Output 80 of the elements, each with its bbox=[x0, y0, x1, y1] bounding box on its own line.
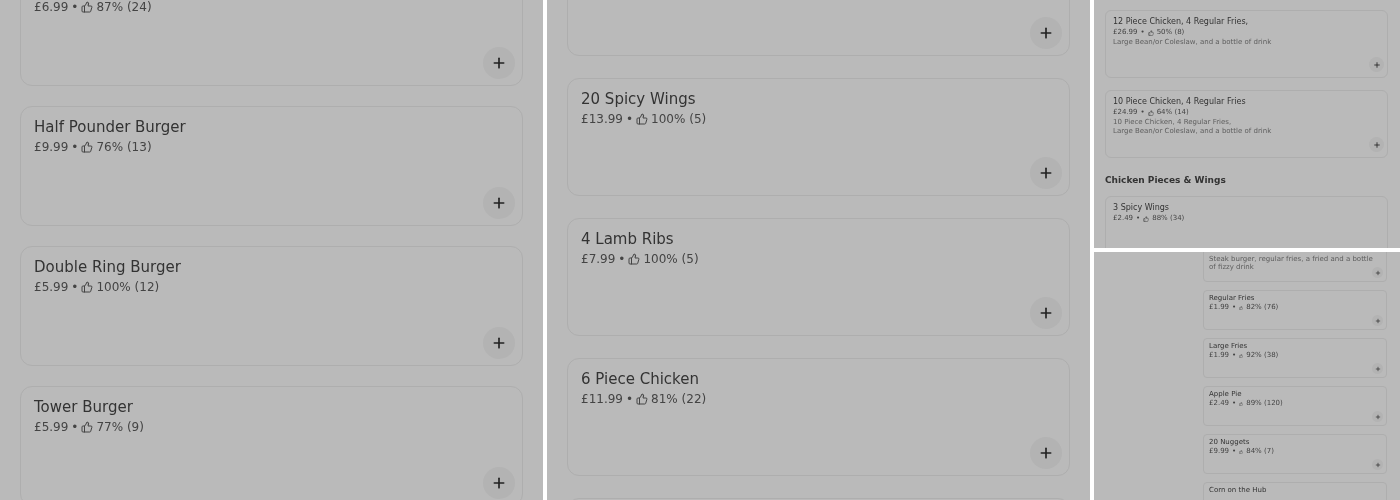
item-price: £5.99 bbox=[34, 279, 69, 296]
menu-item-card[interactable]: 4 Lamb Ribs £7.99 • 100% (5) bbox=[567, 218, 1070, 336]
thumbs-up-icon bbox=[1147, 29, 1154, 36]
add-button[interactable] bbox=[1030, 17, 1062, 49]
plus-icon bbox=[1374, 317, 1381, 324]
plus-icon bbox=[491, 55, 507, 71]
item-rating: 100% (5) bbox=[643, 251, 699, 268]
add-button[interactable] bbox=[483, 467, 515, 499]
plus-icon bbox=[1038, 445, 1054, 461]
plus-icon bbox=[491, 475, 507, 491]
separator-dot: • bbox=[71, 279, 79, 296]
item-rating: 100% (5) bbox=[651, 111, 707, 128]
thumbs-up-icon bbox=[628, 253, 641, 265]
thumbs-up-icon bbox=[81, 1, 94, 13]
add-button[interactable] bbox=[1372, 363, 1383, 374]
item-name: Double Ring Burger bbox=[34, 257, 182, 277]
menu-item-card[interactable]: Half Pounder Burger £9.99 • 76% (13) bbox=[20, 106, 523, 226]
item-name: 20 Spicy Wings bbox=[581, 89, 697, 109]
add-button[interactable] bbox=[1030, 297, 1062, 329]
item-name: 6 Piece Chicken bbox=[581, 369, 700, 389]
section-heading: Chicken Pieces & Wings bbox=[1105, 174, 1227, 186]
item-rating: 76% (13) bbox=[96, 139, 152, 156]
thumbs-up-icon bbox=[81, 141, 94, 153]
add-button[interactable] bbox=[1372, 267, 1383, 278]
add-button[interactable] bbox=[1372, 315, 1383, 326]
item-price: £11.99 bbox=[581, 391, 623, 408]
menu-item-card[interactable]: Tower Burger £5.99 • 77% (9) bbox=[20, 386, 523, 500]
separator-dot: • bbox=[71, 0, 79, 16]
plus-icon bbox=[1374, 269, 1381, 276]
plus-icon bbox=[1374, 461, 1381, 468]
item-price: £9.99 bbox=[34, 139, 69, 156]
add-button[interactable] bbox=[1030, 157, 1062, 189]
thumbs-up-icon bbox=[636, 113, 649, 125]
plus-icon bbox=[1374, 413, 1381, 420]
add-button[interactable] bbox=[1030, 437, 1062, 469]
item-name: 4 Lamb Ribs bbox=[581, 229, 675, 249]
thumbs-up-icon bbox=[1239, 305, 1244, 310]
menu-item-card[interactable]: 6 Piece Chicken £11.99 • 81% (22) bbox=[567, 358, 1070, 476]
thumbs-up-icon bbox=[1143, 215, 1150, 222]
thumbs-up-icon bbox=[81, 281, 94, 293]
separator-dot: • bbox=[71, 419, 79, 436]
add-button[interactable] bbox=[483, 187, 515, 219]
item-price: £5.99 bbox=[34, 419, 69, 436]
item-name: 12 Piece Chicken, 4 Regular Fries, bbox=[1113, 16, 1250, 27]
plus-icon bbox=[491, 195, 507, 211]
add-button[interactable] bbox=[1372, 411, 1383, 422]
plus-icon bbox=[1038, 165, 1054, 181]
plus-icon bbox=[491, 335, 507, 351]
separator-dot: • bbox=[71, 139, 79, 156]
menu-item-card[interactable]: 20 Spicy Wings £13.99 • 100% (5) bbox=[567, 78, 1070, 196]
item-name: 3 Spicy Wings bbox=[1113, 202, 1170, 213]
add-button[interactable] bbox=[483, 327, 515, 359]
plus-icon bbox=[1038, 305, 1054, 321]
thumbs-up-icon bbox=[1239, 449, 1244, 454]
plus-icon bbox=[1372, 60, 1381, 69]
thumbs-up-icon bbox=[1239, 353, 1244, 358]
separator-dot: • bbox=[618, 251, 626, 268]
add-button[interactable] bbox=[1372, 459, 1383, 470]
thumbs-up-icon bbox=[1239, 401, 1244, 406]
thumbs-up-icon bbox=[1147, 109, 1154, 116]
plus-icon bbox=[1038, 25, 1054, 41]
item-price: £6.99 bbox=[34, 0, 69, 16]
item-rating: 87% (24) bbox=[96, 0, 152, 16]
plus-icon bbox=[1372, 140, 1381, 149]
item-name: Half Pounder Burger bbox=[34, 117, 187, 137]
item-price: £13.99 bbox=[581, 111, 623, 128]
thumbs-up-icon bbox=[636, 393, 649, 405]
item-rating: 100% (12) bbox=[96, 279, 160, 296]
separator-dot: • bbox=[626, 391, 634, 408]
item-price: £7.99 bbox=[581, 251, 616, 268]
item-name: 10 Piece Chicken, 4 Regular Fries bbox=[1113, 96, 1247, 107]
item-rating: 81% (22) bbox=[651, 391, 707, 408]
item-rating: 77% (9) bbox=[96, 419, 144, 436]
plus-icon bbox=[1374, 365, 1381, 372]
menu-item-card[interactable]: Double Ring Burger £5.99 • 100% (12) bbox=[20, 246, 523, 366]
add-button[interactable] bbox=[483, 47, 515, 79]
thumbs-up-icon bbox=[81, 421, 94, 433]
menu-item-card[interactable]: £6.99 • 87% (24) bbox=[20, 0, 523, 86]
item-name: Tower Burger bbox=[34, 397, 134, 417]
separator-dot: • bbox=[626, 111, 634, 128]
